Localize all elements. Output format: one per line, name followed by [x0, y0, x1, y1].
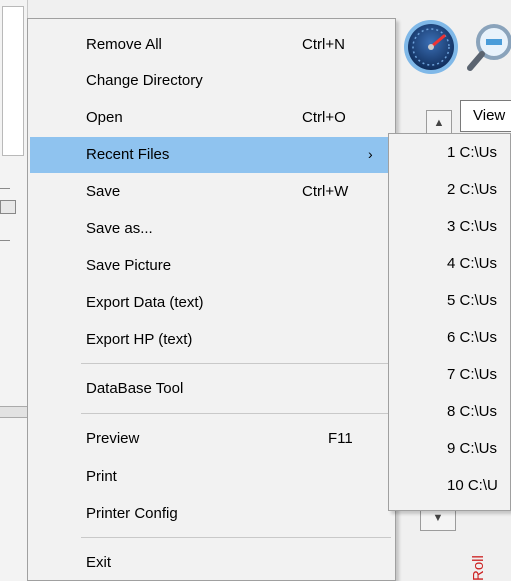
speedometer-icon[interactable]: [402, 18, 460, 76]
recent-file-item[interactable]: 6 C:\Us: [391, 320, 510, 356]
recent-file-item[interactable]: 1 C:\Us: [391, 135, 510, 171]
view-label: View: [473, 107, 506, 124]
chevron-down-icon: ▼: [432, 512, 444, 524]
menu-separator: [81, 363, 391, 364]
menu-item-remove-all[interactable]: Remove All Ctrl+N: [30, 27, 393, 63]
left-tick-mark: [0, 240, 10, 241]
menu-item-label: Save as...: [86, 220, 153, 237]
menu-item-save-picture[interactable]: Save Picture: [30, 248, 393, 284]
menu-item-label: Print: [86, 468, 117, 485]
recent-file-item[interactable]: 2 C:\Us: [391, 172, 510, 208]
recent-file-label: 2 C:\Us: [447, 181, 498, 198]
menu-separator: [81, 537, 391, 538]
menu-item-save-as[interactable]: Save as...: [30, 211, 393, 247]
recent-file-label: 10 C:\U: [447, 477, 498, 494]
left-tick-mark: [0, 188, 10, 189]
submenu-arrow-icon: ›: [368, 146, 373, 162]
recent-file-label: 4 C:\Us: [447, 255, 498, 272]
recent-file-label: 1 C:\Us: [447, 144, 498, 161]
menu-item-label: Printer Config: [86, 505, 178, 522]
recent-file-label: 7 C:\Us: [447, 366, 498, 383]
menu-item-database-tool[interactable]: DataBase Tool: [30, 371, 393, 407]
menu-item-change-directory[interactable]: Change Directory: [30, 63, 393, 99]
menu-item-recent-files[interactable]: Recent Files ›: [30, 137, 393, 173]
menu-item-label: Preview: [86, 430, 140, 447]
menu-item-print[interactable]: Print: [30, 459, 393, 495]
menu-item-label: Change Directory: [86, 72, 203, 89]
magnifier-icon[interactable]: [466, 18, 511, 76]
menu-item-export-hp[interactable]: Export HP (text): [30, 322, 393, 358]
menu-item-label: Export Data (text): [86, 294, 204, 311]
menu-item-label: Save Picture: [86, 257, 172, 274]
menu-item-shortcut: Ctrl+N: [302, 36, 345, 53]
recent-file-item[interactable]: 8 C:\Us: [391, 394, 510, 430]
menu-item-label: Save: [86, 183, 121, 200]
menu-item-label: DataBase Tool: [86, 380, 184, 397]
menu-item-preview[interactable]: Preview F11: [30, 421, 393, 457]
left-panel-divider: [0, 406, 28, 418]
recent-file-item[interactable]: 4 C:\Us: [391, 246, 510, 282]
recent-file-label: 6 C:\Us: [447, 329, 498, 346]
menu-item-label: Open: [86, 109, 123, 126]
rotated-red-label: Roll: [470, 555, 487, 581]
view-panel: View: [460, 100, 511, 132]
recent-file-item[interactable]: 3 C:\Us: [391, 209, 510, 245]
recent-file-item[interactable]: 10 C:\U: [391, 468, 510, 504]
menu-item-exit[interactable]: Exit: [30, 545, 393, 581]
recent-file-item[interactable]: 5 C:\Us: [391, 283, 510, 319]
menu-item-export-data[interactable]: Export Data (text): [30, 285, 393, 321]
menu-item-label: Export HP (text): [86, 331, 193, 348]
menu-item-label: Recent Files: [86, 146, 170, 163]
left-side-panel: [0, 0, 28, 581]
menu-item-printer-config[interactable]: Printer Config: [30, 496, 393, 532]
menu-item-shortcut: Ctrl+W: [302, 183, 349, 200]
chevron-up-icon: ▲: [433, 117, 445, 129]
left-panel-button[interactable]: [0, 200, 16, 214]
recent-file-label: 9 C:\Us: [447, 440, 498, 457]
left-panel-box: [2, 6, 24, 156]
rotated-label-area: Roll: [466, 545, 496, 581]
recent-file-label: 5 C:\Us: [447, 292, 498, 309]
file-context-menu: Remove All Ctrl+N Change Directory Open …: [27, 18, 396, 581]
recent-files-submenu: 1 C:\Us 2 C:\Us 3 C:\Us 4 C:\Us 5 C:\Us …: [388, 133, 511, 511]
menu-separator: [81, 413, 391, 414]
recent-file-label: 8 C:\Us: [447, 403, 498, 420]
recent-file-item[interactable]: 7 C:\Us: [391, 357, 510, 393]
menu-item-shortcut: Ctrl+O: [302, 109, 346, 126]
menu-item-open[interactable]: Open Ctrl+O: [30, 100, 393, 136]
recent-file-label: 3 C:\Us: [447, 218, 498, 235]
menu-item-shortcut: F11: [328, 430, 353, 447]
menu-item-label: Remove All: [86, 36, 162, 53]
menu-item-label: Exit: [86, 554, 112, 571]
menu-item-save[interactable]: Save Ctrl+W: [30, 174, 393, 210]
recent-file-item[interactable]: 9 C:\Us: [391, 431, 510, 467]
